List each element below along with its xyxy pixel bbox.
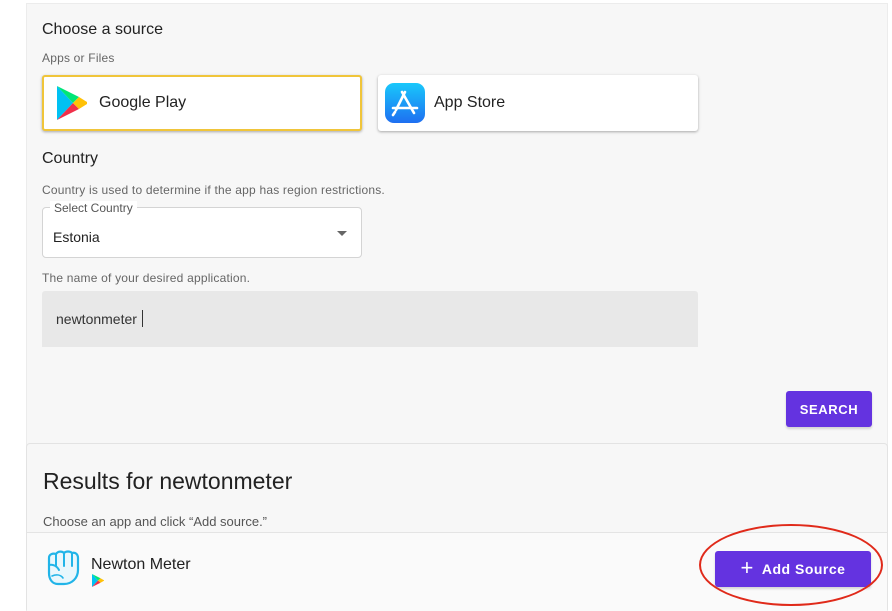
google-play-label: Google Play xyxy=(99,94,187,111)
choose-source-heading: Choose a source xyxy=(42,21,163,38)
choose-source-subtitle: Apps or Files xyxy=(42,51,115,65)
result-app-name: Newton Meter xyxy=(91,556,191,573)
add-source-button[interactable]: + Add Source xyxy=(715,551,871,587)
app-store-icon xyxy=(385,83,425,123)
country-caption: Country is used to determine if the app … xyxy=(42,183,385,197)
country-heading: Country xyxy=(42,150,99,167)
google-play-option[interactable]: Google Play xyxy=(42,75,362,131)
app-name-caption: The name of your desired application. xyxy=(42,271,251,285)
country-select[interactable]: Select Country Estonia xyxy=(42,201,362,258)
plus-icon: + xyxy=(740,555,754,580)
google-play-icon xyxy=(57,86,87,120)
add-source-label: Add Source xyxy=(761,561,846,577)
app-name-input[interactable] xyxy=(56,308,656,330)
fist-app-icon xyxy=(47,550,80,586)
app-name-field[interactable] xyxy=(42,291,698,347)
results-subtitle: Choose an app and click “Add source.” xyxy=(43,514,268,529)
results-title: Results for newtonmeter xyxy=(43,468,293,494)
country-select-value: Estonia xyxy=(53,229,100,245)
app-store-option[interactable]: App Store xyxy=(378,75,698,131)
search-button[interactable]: SEARCH xyxy=(786,391,872,427)
country-select-label: Select Country xyxy=(50,201,137,215)
google-play-icon xyxy=(92,574,104,587)
text-cursor xyxy=(142,310,143,327)
chevron-down-icon xyxy=(337,231,347,236)
page: Choose a source Apps or Files Google Pla… xyxy=(0,0,892,611)
app-store-label: App Store xyxy=(434,94,506,111)
